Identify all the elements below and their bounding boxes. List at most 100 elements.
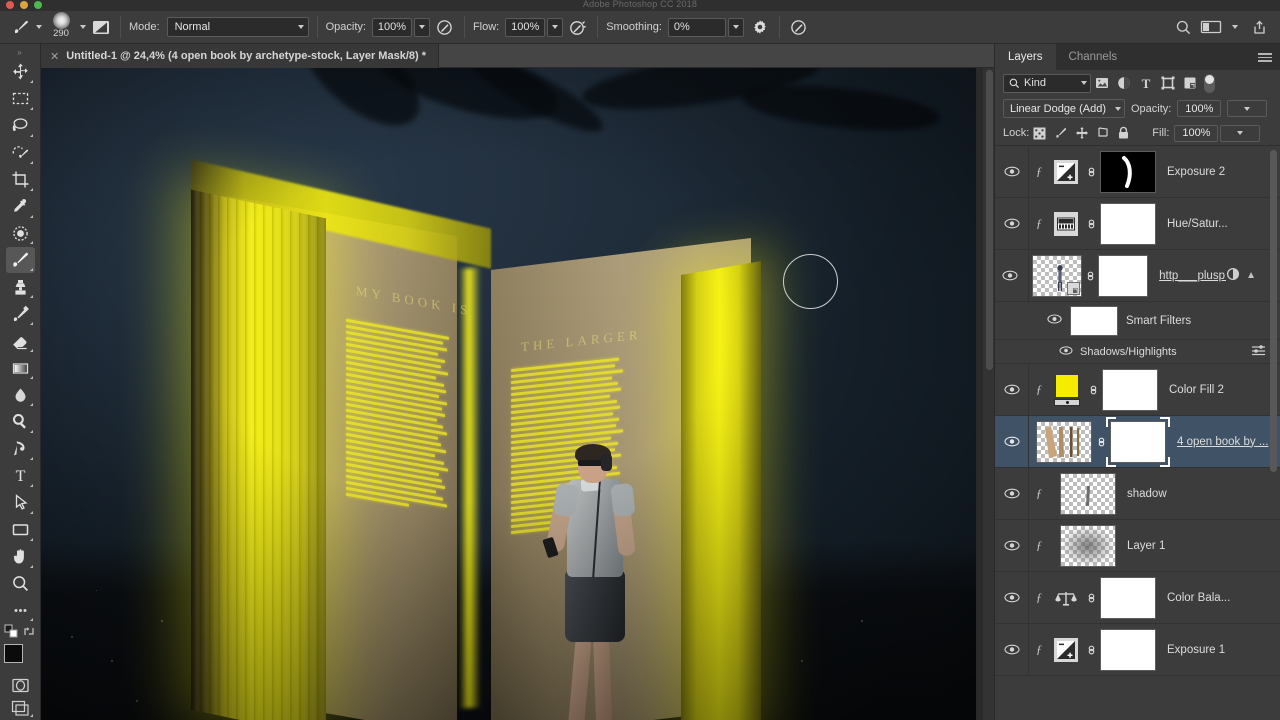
pressure-size-icon[interactable] <box>788 16 810 38</box>
layer-mask-link-icon[interactable] <box>1092 434 1110 450</box>
quick-mask-icon[interactable] <box>6 674 35 696</box>
layer-mask-thumbnail[interactable] <box>1100 202 1156 245</box>
exposure-icon[interactable] <box>1054 159 1078 184</box>
layer-row[interactable]: ƒ Layer 1 <box>995 520 1280 572</box>
layers-panel-scrollbar[interactable] <box>1268 146 1279 720</box>
layer-mask-thumbnail[interactable] <box>1102 368 1158 411</box>
layer-name[interactable]: Color Bala... <box>1156 592 1280 604</box>
default-colors-icon[interactable] <box>4 624 18 641</box>
hand-tool[interactable] <box>6 544 35 570</box>
blur-tool[interactable] <box>6 382 35 408</box>
pixel-layer-filter-icon[interactable] <box>1091 73 1113 93</box>
move-tool[interactable] <box>6 59 35 85</box>
brush-settings-icon[interactable] <box>90 16 112 38</box>
fill-color-swatch[interactable] <box>1055 373 1079 398</box>
type-tool[interactable]: T <box>6 463 35 489</box>
tab-channels[interactable]: Channels <box>1055 44 1131 70</box>
chevron-up-icon[interactable]: ▲ <box>1246 270 1256 281</box>
tab-layers[interactable]: Layers <box>995 44 1056 70</box>
layer-name[interactable]: 4 open book by ... <box>1166 436 1280 448</box>
close-icon[interactable]: ✕ <box>50 50 59 63</box>
crop-tool[interactable] <box>6 167 35 193</box>
layer-mask-link-icon[interactable] <box>1082 590 1100 606</box>
panel-menu-icon[interactable] <box>1258 53 1272 62</box>
layer-visibility-toggle[interactable] <box>995 488 1028 499</box>
color-swatches[interactable] <box>4 644 36 675</box>
layer-blend-mode-select[interactable]: Linear Dodge (Add) <box>1003 99 1125 118</box>
lock-all-icon[interactable] <box>1113 123 1134 143</box>
foreground-color-swatch[interactable] <box>4 644 23 664</box>
smoothing-caret[interactable] <box>727 17 744 37</box>
document-tab[interactable]: ✕ Untitled-1 @ 24,4% (4 open book by arc… <box>41 44 439 68</box>
flow-input[interactable]: 100% <box>505 17 546 37</box>
layer-visibility-toggle[interactable] <box>995 644 1028 655</box>
layer-thumbnail[interactable] <box>1060 524 1116 567</box>
layer-list[interactable]: ƒ Exposure 2 ƒ Hue/Satur... http___plusp… <box>995 146 1280 720</box>
layer-mask-thumbnail[interactable] <box>1110 420 1166 463</box>
opacity-input[interactable]: 100% <box>371 17 412 37</box>
canvas-area[interactable]: MY BOOK IS THE LARGER <box>41 68 994 720</box>
layer-opacity-caret[interactable] <box>1227 100 1268 117</box>
layer-mask-thumbnail[interactable] <box>1100 628 1156 671</box>
gear-icon[interactable] <box>749 16 771 38</box>
canvas-scrollbar-thumb[interactable] <box>985 70 993 370</box>
dodge-tool[interactable] <box>6 409 35 435</box>
pen-tool[interactable] <box>6 436 35 462</box>
layer-row[interactable]: http___plusp... ▲ <box>995 250 1280 302</box>
layer-opacity-input[interactable]: 100% <box>1177 100 1222 117</box>
toolbox-collapse-handle[interactable]: » <box>11 48 29 57</box>
hue-saturation-icon[interactable] <box>1054 211 1078 236</box>
smart-filters-mask-thumbnail[interactable] <box>1070 305 1118 336</box>
eraser-tool[interactable] <box>6 328 35 354</box>
screen-mode-icon[interactable] <box>6 697 35 719</box>
layer-name[interactable]: Hue/Satur... <box>1156 218 1280 230</box>
brush-size-caret[interactable] <box>76 17 90 37</box>
path-selection-tool[interactable] <box>6 490 35 516</box>
layer-mask-link-icon[interactable] <box>1082 642 1100 658</box>
canvas-vertical-scrollbar[interactable] <box>982 68 994 720</box>
type-layer-filter-icon[interactable]: T <box>1135 73 1157 93</box>
exposure-icon[interactable] <box>1054 637 1078 662</box>
layer-mask-link-icon[interactable] <box>1082 164 1100 180</box>
fill-input[interactable]: 100% <box>1174 124 1219 142</box>
smart-object-filter-icon[interactable] <box>1179 73 1201 93</box>
edit-toolbar-ellipsis-icon[interactable] <box>6 597 35 623</box>
layer-name[interactable]: shadow <box>1116 488 1280 500</box>
layer-visibility-toggle[interactable] <box>995 592 1028 603</box>
layer-visibility-toggle[interactable] <box>995 166 1028 177</box>
layer-mask-thumbnail-active[interactable] <box>1106 416 1170 467</box>
lock-position-icon[interactable] <box>1071 123 1092 143</box>
flow-caret[interactable] <box>547 17 564 37</box>
layer-visibility-toggle[interactable] <box>995 436 1028 447</box>
opacity-caret[interactable] <box>413 17 430 37</box>
layer-row[interactable]: ƒ Color Fill 2 <box>995 364 1280 416</box>
share-icon[interactable] <box>1248 16 1270 38</box>
layer-name[interactable]: http___plusp... <box>1148 270 1226 282</box>
adjustment-layer-filter-icon[interactable] <box>1113 73 1135 93</box>
layer-name[interactable]: Color Fill 2 <box>1158 384 1280 396</box>
fill-caret[interactable] <box>1220 124 1261 142</box>
filter-toggle[interactable] <box>1204 73 1215 93</box>
layer-mask-thumbnail[interactable] <box>1100 576 1156 619</box>
eyedropper-tool[interactable] <box>6 194 35 220</box>
layer-row-selected[interactable]: 4 open book by ... <box>995 416 1280 468</box>
brush-preset-preview[interactable]: 290 <box>46 12 76 42</box>
layer-row[interactable]: ƒ Color Bala... <box>995 572 1280 624</box>
airbrush-icon[interactable] <box>567 16 589 38</box>
history-brush-tool[interactable] <box>6 301 35 327</box>
lock-image-pixels-icon[interactable] <box>1050 123 1071 143</box>
layer-row[interactable]: ƒ Exposure 1 <box>995 624 1280 676</box>
quick-selection-tool[interactable] <box>6 140 35 166</box>
layer-mask-link-icon[interactable] <box>1082 268 1098 284</box>
layer-mask-link-icon[interactable] <box>1084 382 1102 398</box>
layer-mask-link-icon[interactable] <box>1082 216 1100 232</box>
brush-tool[interactable] <box>5 247 35 274</box>
layer-thumbnail[interactable] <box>1036 420 1092 463</box>
lock-transparent-pixels-icon[interactable] <box>1029 123 1050 143</box>
workspace-chevron-down-icon[interactable] <box>1228 17 1242 37</box>
artboard[interactable]: MY BOOK IS THE LARGER <box>41 68 976 720</box>
layer-mask-thumbnail[interactable] <box>1098 254 1149 297</box>
layers-scrollbar-thumb[interactable] <box>1270 150 1277 472</box>
workspace-icon[interactable] <box>1200 16 1222 38</box>
spot-healing-tool[interactable] <box>6 221 35 247</box>
